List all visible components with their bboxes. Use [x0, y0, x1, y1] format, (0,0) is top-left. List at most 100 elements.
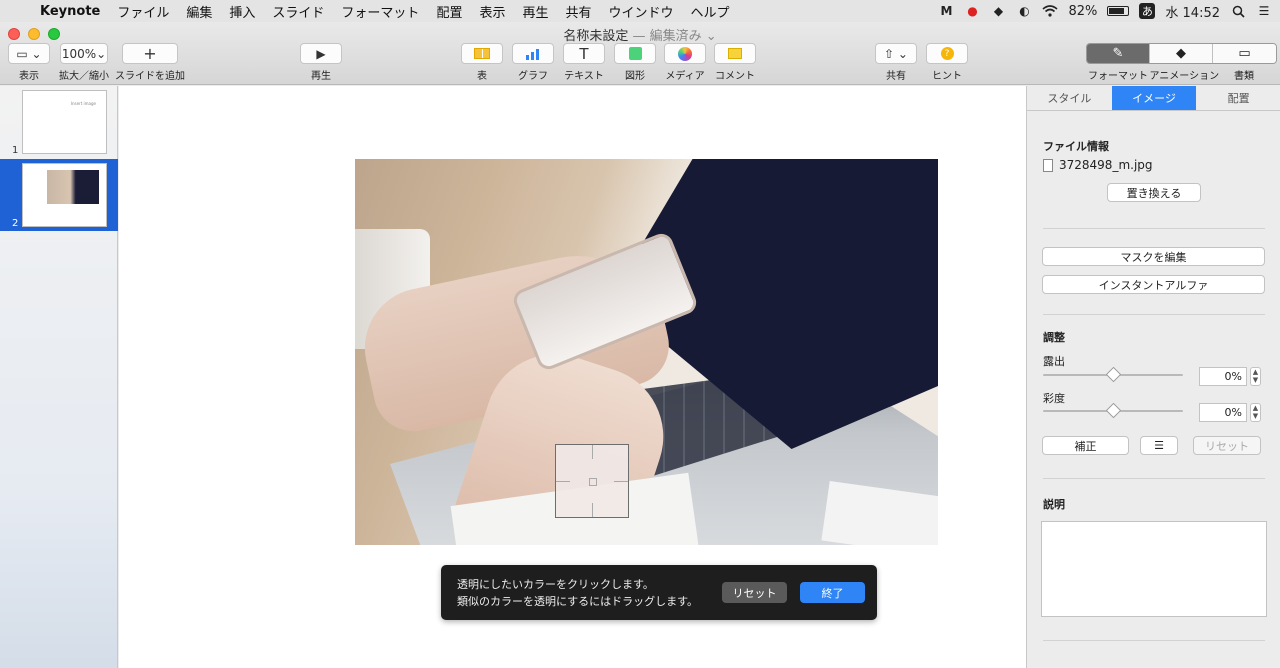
menu-edit[interactable]: 編集	[186, 2, 212, 21]
saturation-stepper[interactable]: ▲ ▼	[1250, 403, 1261, 422]
spotlight-search-icon[interactable]	[1230, 4, 1246, 18]
menu-arrange[interactable]: 配置	[436, 2, 462, 21]
tab-style[interactable]: スタイル	[1027, 86, 1112, 110]
slide-navigator: Insert image 1 2	[0, 86, 118, 668]
text-tool: T テキスト	[563, 43, 605, 82]
play-label: 再生	[311, 71, 331, 82]
media-button[interactable]	[664, 43, 706, 64]
menu-share[interactable]: 共有	[565, 2, 591, 21]
battery-icon[interactable]	[1107, 6, 1130, 16]
selected-photo[interactable]	[355, 159, 938, 545]
play-tool: ▶ 再生	[300, 43, 342, 82]
share-icon: ⇧ ⌄	[884, 46, 908, 61]
exposure-slider-knob[interactable]	[1105, 366, 1121, 383]
saturation-slider-knob[interactable]	[1105, 402, 1121, 419]
chart-button[interactable]	[512, 43, 554, 64]
slide-thumbnail-2[interactable]: 2	[0, 159, 118, 231]
file-info-row: 3728498_m.jpg	[1043, 158, 1153, 172]
exposure-stepper[interactable]: ▲ ▼	[1250, 367, 1261, 386]
media-label: メディア	[665, 71, 705, 82]
play-button[interactable]: ▶	[300, 43, 342, 64]
comment-label: コメント	[715, 71, 755, 82]
comment-note-icon	[728, 48, 742, 59]
instant-alpha-loupe[interactable]	[555, 444, 629, 518]
shape-square-icon	[628, 47, 642, 60]
zoom-label: 拡大／縮小	[59, 71, 109, 82]
document-icon[interactable]: ▭	[1213, 44, 1276, 63]
menu-format[interactable]: フォーマット	[341, 2, 419, 21]
table-button[interactable]	[461, 43, 503, 64]
hud-reset-button[interactable]: リセット	[722, 582, 787, 603]
menu-window[interactable]: ウインドウ	[609, 2, 674, 21]
view-sidebar-icon: ▭ ⌄	[16, 46, 42, 61]
adjustments-sliders-button[interactable]: ☰	[1140, 436, 1178, 455]
divider	[1043, 478, 1265, 479]
document-status[interactable]: — 編集済み ⌄	[632, 29, 716, 44]
menu-insert[interactable]: 挿入	[229, 2, 255, 21]
hud-message-line-2: 類似のカラーを透明にするにはドラッグします。	[457, 595, 699, 608]
notification-center-icon[interactable]: ☰	[1256, 4, 1272, 18]
zoom-value: 100%	[61, 46, 97, 61]
notification-badge-icon[interactable]: ●	[964, 4, 980, 18]
slide-preview: Insert image	[22, 90, 107, 154]
divider	[1043, 314, 1265, 315]
tips-tool: ? ヒント	[926, 43, 968, 82]
edit-mask-button[interactable]: マスクを編集	[1042, 247, 1265, 266]
wifi-icon[interactable]	[1042, 4, 1059, 18]
exposure-label: 露出	[1043, 355, 1065, 368]
shape-label: 図形	[625, 71, 645, 82]
media-tool: メディア	[664, 43, 706, 82]
description-textarea[interactable]	[1041, 521, 1267, 617]
menu-play[interactable]: 再生	[522, 2, 548, 21]
add-slide-button[interactable]: +	[122, 43, 178, 64]
tips-button[interactable]: ?	[926, 43, 968, 64]
add-slide-tool: + スライドを追加	[115, 43, 185, 82]
divider	[1043, 640, 1265, 641]
slide-canvas[interactable]: 透明にしたいカラーをクリックします。 類似のカラーを透明にするにはドラッグします…	[119, 86, 1026, 668]
exposure-value-field[interactable]: 0%	[1199, 367, 1247, 386]
menu-view[interactable]: 表示	[479, 2, 505, 21]
text-label: テキスト	[564, 71, 604, 82]
tab-arrange[interactable]: 配置	[1196, 86, 1280, 110]
tab-image[interactable]: イメージ	[1111, 86, 1197, 110]
inspector-mode-tool: ✎ ◆ ▭ フォーマット アニメーション 書類	[1086, 43, 1277, 82]
share-tool: ⇧ ⌄ 共有	[875, 43, 917, 82]
photos-flower-icon	[678, 46, 692, 61]
zoom-select[interactable]: 100% ⌄	[60, 43, 108, 64]
shape-button[interactable]	[614, 43, 656, 64]
divider	[1043, 228, 1265, 229]
input-method-icon[interactable]: あ	[1139, 3, 1156, 19]
enhance-button[interactable]: 補正	[1042, 436, 1129, 455]
loupe-crosshair	[556, 481, 570, 482]
tips-label: ヒント	[932, 71, 962, 82]
sync-icon[interactable]: ◐	[1016, 4, 1032, 18]
slide-preview-image	[47, 170, 99, 204]
view-label: 表示	[19, 71, 39, 82]
format-paintbrush-icon[interactable]: ✎	[1087, 44, 1150, 63]
hud-done-button[interactable]: 終了	[800, 582, 865, 603]
loupe-center	[589, 478, 597, 486]
hud-message: 透明にしたいカラーをクリックします。 類似のカラーを透明にするにはドラッグします…	[457, 576, 698, 610]
menu-slide[interactable]: スライド	[272, 2, 324, 21]
instant-alpha-hud: 透明にしたいカラーをクリックします。 類似のカラーを透明にするにはドラッグします…	[441, 565, 877, 620]
document-name: 名称未設定	[563, 29, 629, 44]
menu-app-name[interactable]: Keynote	[40, 4, 100, 19]
view-button[interactable]: ▭ ⌄	[8, 43, 50, 64]
slide-thumbnail-1[interactable]: Insert image 1	[0, 86, 118, 158]
adjust-reset-button[interactable]: リセット	[1193, 436, 1261, 455]
format-inspector: スタイル イメージ 配置 ファイル情報 3728498_m.jpg 置き換える …	[1026, 86, 1280, 668]
menu-file[interactable]: ファイル	[117, 2, 169, 21]
comment-button[interactable]	[714, 43, 756, 64]
text-button[interactable]: T	[563, 43, 605, 64]
gmail-icon[interactable]: M	[938, 4, 954, 18]
animate-diamond-icon[interactable]: ◆	[1150, 44, 1213, 63]
menu-help[interactable]: ヘルプ	[691, 2, 730, 21]
dropbox-icon[interactable]: ◆	[990, 4, 1006, 18]
saturation-value-field[interactable]: 0%	[1199, 403, 1247, 422]
instant-alpha-button[interactable]: インスタントアルファ	[1042, 275, 1265, 294]
replace-button[interactable]: 置き換える	[1107, 183, 1201, 202]
clock[interactable]: 水 14:52	[1165, 2, 1220, 21]
text-t-icon: T	[579, 44, 589, 63]
menu-bar: Keynote ファイル 編集 挿入 スライド フォーマット 配置 表示 再生 …	[0, 0, 1280, 22]
share-button[interactable]: ⇧ ⌄	[875, 43, 917, 64]
